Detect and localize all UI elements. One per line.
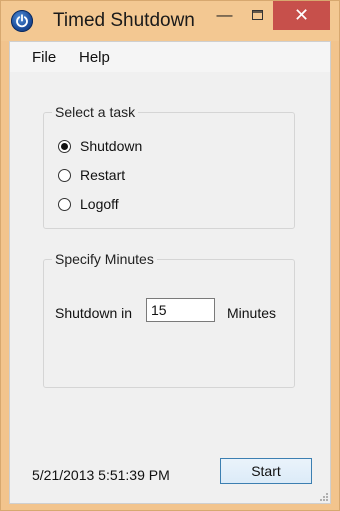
minutes-input[interactable] bbox=[146, 298, 215, 322]
maximize-icon bbox=[252, 7, 263, 25]
app-window: Timed Shutdown — ✕ File Help Select a ta… bbox=[0, 0, 340, 511]
client-area: File Help Select a task Shutdown Restart… bbox=[9, 41, 331, 504]
radio-label-logoff: Logoff bbox=[80, 196, 119, 212]
window-title: Timed Shutdown bbox=[53, 10, 195, 31]
resize-grip-icon[interactable] bbox=[317, 490, 329, 502]
radio-button-checked[interactable] bbox=[58, 139, 71, 153]
radio-label-shutdown: Shutdown bbox=[80, 138, 143, 154]
title-bar[interactable]: Timed Shutdown — ✕ bbox=[1, 1, 339, 41]
radio-button[interactable] bbox=[58, 168, 71, 182]
radio-logoff[interactable]: Logoff bbox=[58, 196, 119, 212]
radio-restart[interactable]: Restart bbox=[58, 167, 125, 183]
menu-bar: File Help bbox=[10, 42, 330, 72]
maximize-button[interactable] bbox=[243, 1, 272, 30]
radio-shutdown[interactable]: Shutdown bbox=[58, 138, 142, 154]
minutes-label: Minutes bbox=[227, 305, 277, 321]
radio-label-restart: Restart bbox=[80, 167, 126, 183]
minutes-group-title: Specify Minutes bbox=[52, 251, 157, 267]
menu-file[interactable]: File bbox=[32, 49, 56, 66]
minimize-icon: — bbox=[216, 6, 233, 24]
minimize-button[interactable]: — bbox=[210, 1, 239, 30]
power-icon[interactable] bbox=[11, 10, 33, 32]
radio-button[interactable] bbox=[58, 197, 71, 211]
shutdown-in-label: Shutdown in bbox=[55, 305, 133, 321]
datetime-display: 5/21/2013 5:51:39 PM bbox=[32, 467, 170, 483]
minutes-groupbox: Specify Minutes Shutdown in Minutes bbox=[43, 251, 295, 388]
menu-help[interactable]: Help bbox=[79, 49, 110, 66]
task-group-title: Select a task bbox=[52, 104, 139, 120]
start-button[interactable]: Start bbox=[220, 458, 312, 484]
close-icon: ✕ bbox=[293, 5, 310, 25]
close-button[interactable]: ✕ bbox=[273, 1, 330, 30]
task-groupbox: Select a task Shutdown Restart Logoff bbox=[43, 104, 295, 229]
